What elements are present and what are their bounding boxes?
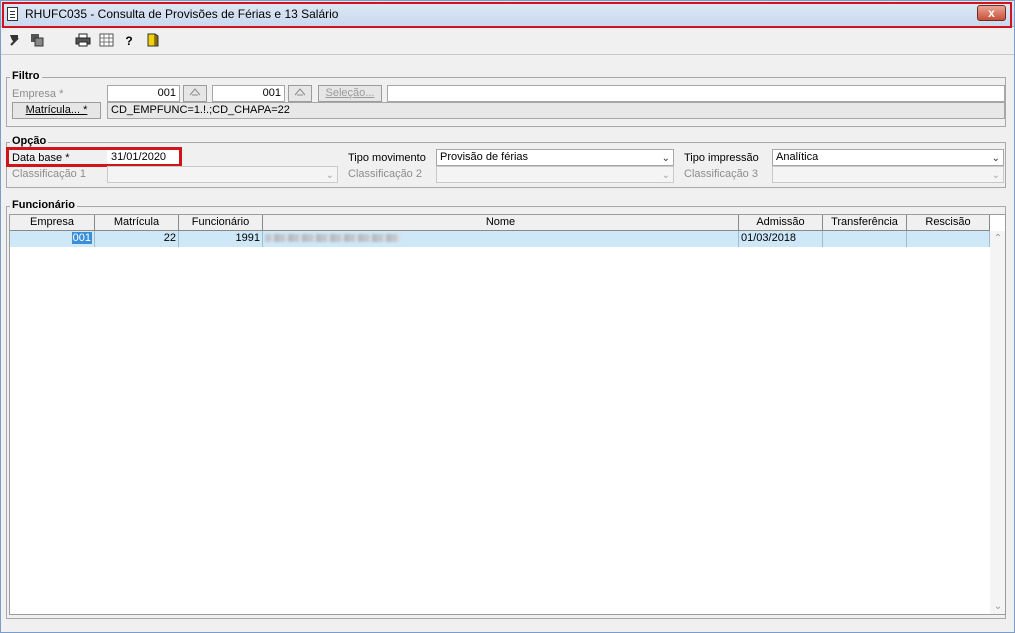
empresa-from-lookup-button[interactable] [183,85,207,102]
tipo-movimento-value: Provisão de férias [440,151,529,163]
app-window: RHUFC035 - Consulta de Provisões de Féri… [0,0,1015,633]
classificacao2-label: Classificação 2 [348,168,422,180]
data-base-input[interactable]: 31/01/2020 [107,149,180,166]
empresa-to-lookup-button[interactable] [288,85,312,102]
selecao-button[interactable]: Seleção... [318,85,382,102]
vertical-scrollbar[interactable]: ⌃ ⌄ [990,231,1005,614]
grid-icon[interactable] [98,33,114,49]
classificacao1-label: Classificação 1 [12,168,86,180]
data-base-label: Data base * [12,152,70,164]
column-header-matricula[interactable]: Matrícula [95,215,179,231]
cell-nome[interactable] [263,231,739,247]
tipo-impressao-value: Analítica [776,151,819,163]
funcionario-grid[interactable]: Empresa Matrícula Funcionário Nome Admis… [9,214,1006,615]
window-title: RHUFC035 - Consulta de Provisões de Féri… [25,7,339,21]
chevron-down-icon[interactable]: ⌄ [990,599,1005,614]
toolbar: ? [1,29,1014,53]
cell-funcionario[interactable]: 1991 [179,231,263,247]
cell-empresa[interactable]: 001 [10,231,95,247]
filtro-group-label: Filtro [10,70,42,82]
empresa-label: Empresa * [12,88,64,100]
chevron-down-icon: ⌄ [991,153,1000,164]
column-header-admissao[interactable]: Admissão [739,215,823,231]
chevron-up-icon[interactable]: ⌃ [990,231,1005,247]
tipo-movimento-select[interactable]: Provisão de férias ⌄ [436,149,674,166]
cell-matricula[interactable]: 22 [95,231,179,247]
classificacao2-select[interactable]: ⌄ [436,166,674,183]
document-icon [7,7,18,21]
matricula-value-field: CD_EMPFUNC=1.!.;CD_CHAPA=22 [107,102,1005,119]
cell-empresa-value: 001 [71,232,92,244]
empresa-from-input[interactable]: 001 [107,85,180,102]
lookup-icon [294,88,306,96]
title-bar[interactable]: RHUFC035 - Consulta de Provisões de Féri… [1,1,1014,27]
funcionario-group-label: Funcionário [10,199,77,211]
matricula-button-label: Matrícula... * [25,104,88,116]
cell-admissao[interactable]: 01/03/2018 [739,231,823,247]
tipo-movimento-label: Tipo movimento [348,152,426,164]
help-icon[interactable]: ? [121,33,137,49]
cell-transferencia[interactable] [823,231,907,247]
table-row[interactable]: 001 22 1991 01/03/2018 [10,231,990,247]
opcao-group-label: Opção [10,135,49,147]
column-header-empresa[interactable]: Empresa [10,215,95,231]
close-button[interactable]: x [977,5,1006,21]
copy-icon[interactable] [29,33,45,49]
empresa-to-input[interactable]: 001 [212,85,285,102]
classificacao3-select[interactable]: ⌄ [772,166,1004,183]
column-header-transferencia[interactable]: Transferência [823,215,907,231]
column-header-funcionario[interactable]: Funcionário [179,215,263,231]
print-icon[interactable] [75,33,91,49]
tipo-impressao-label: Tipo impressão [684,152,759,164]
exit-icon[interactable] [144,33,160,49]
chevron-down-icon: ⌄ [661,153,670,164]
redacted-name [265,234,400,243]
column-header-rescisao[interactable]: Rescisão [907,215,990,231]
selecao-value-input[interactable] [387,85,1005,102]
classificacao3-label: Classificação 3 [684,168,758,180]
arrow-icon[interactable] [7,33,23,49]
cell-rescisao[interactable] [907,231,990,247]
classificacao1-select[interactable]: ⌄ [107,166,338,183]
chevron-down-icon: ⌄ [661,170,670,181]
matricula-button[interactable]: Matrícula... * [12,102,101,119]
chevron-down-icon: ⌄ [991,170,1000,181]
tipo-impressao-select[interactable]: Analítica ⌄ [772,149,1004,166]
selecao-button-label: Seleção... [325,87,375,99]
column-header-nome[interactable]: Nome [263,215,739,231]
toolbar-separator [1,54,1014,55]
chevron-down-icon: ⌄ [325,170,334,181]
lookup-icon [189,88,201,96]
